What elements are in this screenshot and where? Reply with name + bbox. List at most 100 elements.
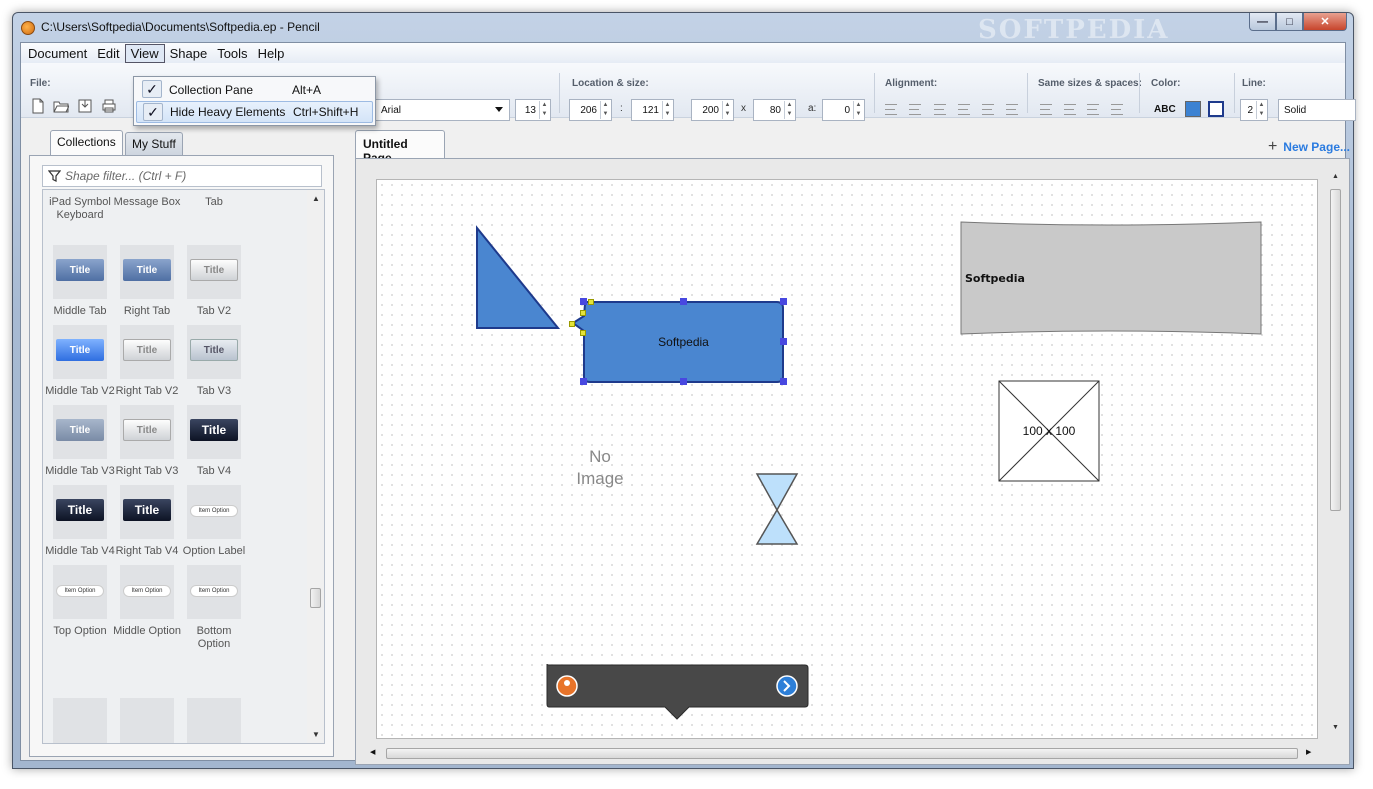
hourglass-shape[interactable] bbox=[755, 473, 799, 545]
align-center-icon[interactable] bbox=[909, 104, 921, 115]
dark-callout-shape[interactable] bbox=[546, 663, 809, 720]
fill-color-button[interactable] bbox=[1185, 101, 1201, 117]
width-field[interactable]: 200 ▲ ▼ bbox=[691, 99, 734, 121]
scroll-down-icon[interactable]: ▼ bbox=[312, 730, 320, 739]
scroll-down-icon[interactable]: ▼ bbox=[1332, 724, 1339, 731]
scroll-right-icon[interactable]: ▶ bbox=[1306, 748, 1311, 756]
scrollbar-thumb[interactable] bbox=[386, 748, 1298, 759]
shape-thumbnail[interactable] bbox=[187, 698, 241, 743]
shape-thumbnail[interactable]: Title bbox=[53, 245, 107, 299]
menu-item-collection-pane[interactable]: ✓ Collection Pane Alt+A bbox=[136, 79, 373, 101]
scrollbar-thumb[interactable] bbox=[1330, 189, 1341, 511]
shape-thumbnail[interactable]: Title bbox=[120, 485, 174, 539]
font-family-value: Arial bbox=[381, 104, 402, 116]
image-placeholder-label: 100 x 100 bbox=[1022, 424, 1076, 438]
spinner-arrows-icon[interactable]: ▲ ▼ bbox=[662, 101, 672, 119]
minimize-button[interactable]: — bbox=[1249, 13, 1276, 31]
scroll-up-icon[interactable]: ▲ bbox=[1332, 173, 1339, 180]
shape-thumbnail[interactable]: Item Option bbox=[53, 565, 107, 619]
shape-thumbnail[interactable]: Title bbox=[120, 245, 174, 299]
shape-thumbnail[interactable]: Title bbox=[120, 325, 174, 379]
tab-my-stuff[interactable]: My Stuff bbox=[125, 132, 183, 156]
print-icon[interactable] bbox=[101, 98, 117, 114]
text-color-button[interactable]: ABC bbox=[1154, 104, 1176, 115]
shape-filter-input[interactable]: Shape filter... (Ctrl + F) bbox=[42, 165, 322, 187]
align-left-icon[interactable] bbox=[885, 104, 897, 115]
spinner-arrows-icon[interactable]: ▲ ▼ bbox=[1256, 101, 1266, 119]
scrollbar-thumb[interactable] bbox=[310, 588, 321, 608]
shape-label: Tab V3 bbox=[196, 385, 232, 397]
menu-tools[interactable]: Tools bbox=[212, 45, 252, 62]
scroll-left-icon[interactable]: ◀ bbox=[370, 748, 375, 756]
spinner-arrows-icon[interactable]: ▲ ▼ bbox=[784, 101, 794, 119]
line-style-select[interactable]: Solid bbox=[1278, 99, 1356, 121]
open-folder-icon[interactable] bbox=[53, 98, 69, 114]
new-document-icon[interactable] bbox=[30, 98, 46, 114]
shape-thumbnail[interactable]: Title bbox=[53, 405, 107, 459]
tab-untitled-page[interactable]: Untitled Page bbox=[355, 130, 445, 165]
shape-thumbnail[interactable]: Title bbox=[187, 325, 241, 379]
scroll-up-icon[interactable]: ▲ bbox=[312, 194, 320, 203]
menu-item-hide-heavy-elements[interactable]: ✓ Hide Heavy Elements Ctrl+Shift+H bbox=[136, 101, 373, 123]
save-icon[interactable] bbox=[77, 98, 93, 114]
pencil-app-icon bbox=[21, 21, 35, 35]
shape-thumbnail[interactable]: Title bbox=[53, 485, 107, 539]
align-middle-icon[interactable] bbox=[982, 104, 994, 115]
gray-box-text: Softpedia bbox=[965, 272, 1025, 285]
location-x-field[interactable]: 206 ▲ ▼ bbox=[569, 99, 612, 121]
height-field[interactable]: 80 ▲ ▼ bbox=[753, 99, 796, 121]
spinner-arrows-icon[interactable]: ▲ ▼ bbox=[853, 101, 863, 119]
canvas-vertical-scrollbar[interactable]: ▲ ▼ bbox=[1327, 169, 1344, 739]
vertical-space-icon[interactable] bbox=[1111, 104, 1123, 115]
shape-thumbnail[interactable]: Title bbox=[187, 405, 241, 459]
menu-document[interactable]: Document bbox=[23, 45, 92, 62]
shape-thumbnail[interactable]: Item Option bbox=[120, 565, 174, 619]
client-area: Document Edit View Shape Tools Help File… bbox=[20, 42, 1356, 765]
line-width-field[interactable]: 2 ▲ ▼ bbox=[1240, 99, 1268, 121]
title-bar[interactable]: C:\Users\Softpedia\Documents\Softpedia.e… bbox=[13, 13, 1353, 45]
menu-shape[interactable]: Shape bbox=[165, 45, 213, 62]
spinner-arrows-icon[interactable]: ▲ ▼ bbox=[539, 101, 549, 119]
horizontal-space-icon[interactable] bbox=[1087, 104, 1099, 115]
align-right-icon[interactable] bbox=[934, 104, 946, 115]
shape-thumbnail[interactable]: Title bbox=[120, 405, 174, 459]
font-family-select[interactable]: Arial bbox=[375, 99, 510, 121]
angle-field[interactable]: 0 ▲ ▼ bbox=[822, 99, 865, 121]
spinner-arrows-icon[interactable]: ▲ ▼ bbox=[722, 101, 732, 119]
shape-thumbnail[interactable]: Title bbox=[53, 325, 107, 379]
shape-label: Bottom Option bbox=[196, 625, 232, 650]
shape-thumbnail[interactable] bbox=[53, 698, 107, 743]
align-bottom-icon[interactable] bbox=[1006, 104, 1018, 115]
alignment-label: Alignment: bbox=[885, 78, 938, 89]
drawing-canvas[interactable]: Softpedia Softpedia No Image 100 x 100 bbox=[376, 179, 1318, 739]
triangle-shape[interactable] bbox=[476, 225, 561, 329]
canvas-horizontal-scrollbar[interactable]: ◀ ▶ bbox=[366, 745, 1316, 762]
menu-edit[interactable]: Edit bbox=[92, 45, 124, 62]
shape-gallery-scrollbar[interactable]: ▲ ▼ bbox=[307, 190, 324, 743]
line-label: Line: bbox=[1242, 78, 1266, 89]
font-size-field[interactable]: 13 ▲ ▼ bbox=[515, 99, 551, 121]
shape-thumbnail[interactable]: Item Option bbox=[187, 485, 241, 539]
shape-thumbnail[interactable]: Item Option bbox=[187, 565, 241, 619]
tab-collections[interactable]: Collections bbox=[50, 130, 123, 156]
arrow-right-icon[interactable] bbox=[776, 675, 798, 697]
menu-help[interactable]: Help bbox=[253, 45, 290, 62]
align-top-icon[interactable] bbox=[958, 104, 970, 115]
close-button[interactable]: ✕ bbox=[1303, 13, 1347, 31]
same-height-icon[interactable] bbox=[1064, 104, 1076, 115]
width-value: 200 bbox=[702, 104, 719, 116]
menu-view[interactable]: View bbox=[124, 43, 165, 63]
location-y-field[interactable]: 121 ▲ ▼ bbox=[631, 99, 674, 121]
shape-thumbnail[interactable] bbox=[120, 698, 174, 743]
shape-label: Middle Tab V3 bbox=[45, 465, 115, 477]
spinner-arrows-icon[interactable]: ▲ ▼ bbox=[600, 101, 610, 119]
new-page-button[interactable]: + New Page... bbox=[1268, 138, 1350, 156]
shape-thumbnail-preview: Item Option bbox=[56, 585, 104, 597]
check-icon: ✓ bbox=[143, 103, 163, 121]
callout-handle[interactable] bbox=[569, 321, 575, 327]
shape-thumbnail-preview: Title bbox=[190, 259, 238, 281]
shape-thumbnail[interactable]: Title bbox=[187, 245, 241, 299]
same-width-icon[interactable] bbox=[1040, 104, 1052, 115]
maximize-button[interactable]: □ bbox=[1276, 13, 1303, 31]
stroke-color-button[interactable] bbox=[1208, 101, 1224, 117]
